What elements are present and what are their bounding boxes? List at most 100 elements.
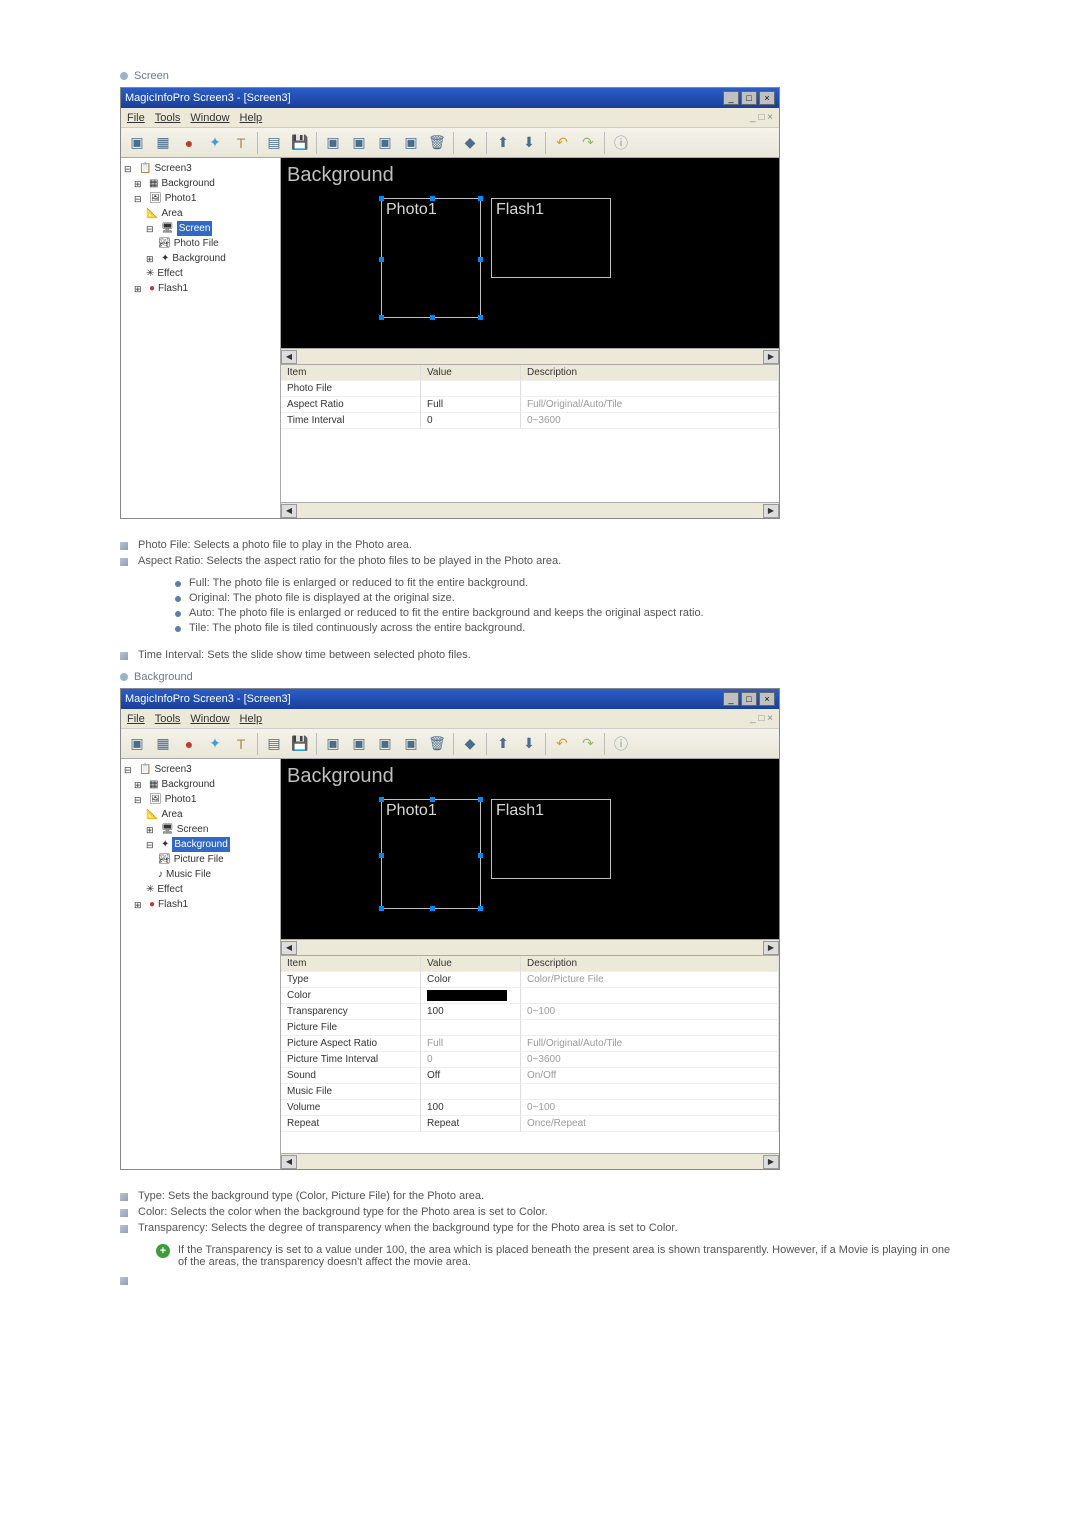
color-chip[interactable] xyxy=(427,990,507,1001)
tree-panel[interactable]: ⊟📋Screen3 ⊞▦Background ⊟🖼Photo1 📐Area ⊞🖥… xyxy=(121,759,281,1169)
canvas-tile-flash[interactable]: Flash1 xyxy=(491,198,611,278)
mdi-controls[interactable]: _ □ × xyxy=(750,713,773,724)
maximize-icon[interactable]: □ xyxy=(741,692,757,706)
menu-help[interactable]: Help xyxy=(240,713,263,725)
tree-node-selected[interactable]: Screen xyxy=(177,221,213,236)
tool-icon-10[interactable]: ▣ xyxy=(373,131,397,155)
tool-icon-4[interactable]: ✦ xyxy=(203,732,227,756)
tree-node[interactable]: Music File xyxy=(166,867,211,882)
menu-window[interactable]: Window xyxy=(190,713,229,725)
tool-save-icon[interactable]: 💾 xyxy=(288,732,312,756)
minimize-icon[interactable]: _ xyxy=(723,91,739,105)
canvas-area[interactable]: Background Photo1 Flash1 xyxy=(281,158,779,348)
close-icon[interactable]: × xyxy=(759,692,775,706)
tool-icon-1[interactable]: ▣ xyxy=(125,732,149,756)
table-row[interactable]: TypeColorColor/Picture File xyxy=(281,972,779,988)
tool-bring-front-icon[interactable]: ⬆ xyxy=(491,131,515,155)
tool-icon-3[interactable]: ● xyxy=(177,732,201,756)
menu-file[interactable]: File xyxy=(127,112,145,124)
scroll-left-icon[interactable]: ◀ xyxy=(281,350,297,364)
menu-tools[interactable]: Tools xyxy=(155,713,181,725)
table-row[interactable]: Aspect Ratio Full Full/Original/Auto/Til… xyxy=(281,397,779,413)
tool-icon-4[interactable]: ✦ xyxy=(203,131,227,155)
tree-node[interactable]: Flash1 xyxy=(158,281,188,296)
table-row[interactable]: Picture File xyxy=(281,1020,779,1036)
tree-node[interactable]: Area xyxy=(161,206,182,221)
tree-node[interactable]: Screen3 xyxy=(154,161,191,176)
scroll-right-icon[interactable]: ▶ xyxy=(763,941,779,955)
table-row[interactable]: SoundOffOn/Off xyxy=(281,1068,779,1084)
tree-node[interactable]: Effect xyxy=(157,266,182,281)
tool-icon-13[interactable]: ◆ xyxy=(458,131,482,155)
tool-send-back-icon[interactable]: ⬇ xyxy=(517,131,541,155)
tree-node[interactable]: Background xyxy=(172,251,225,266)
canvas-hscroll[interactable]: ◀ ▶ xyxy=(281,348,779,364)
tool-icon-13[interactable]: ◆ xyxy=(458,732,482,756)
tree-panel[interactable]: ⊟📋Screen3 ⊞▦Background ⊟🖼Photo1 📐Area ⊟🖥… xyxy=(121,158,281,518)
tool-text-icon[interactable]: T xyxy=(229,131,253,155)
tool-redo-icon[interactable]: ↷ xyxy=(576,732,600,756)
tool-icon-8[interactable]: ▣ xyxy=(321,732,345,756)
menu-file[interactable]: File xyxy=(127,713,145,725)
tool-info-icon[interactable]: ⓘ xyxy=(609,732,633,756)
tree-node[interactable]: Picture File xyxy=(174,852,224,867)
table-row[interactable]: Picture Aspect RatioFullFull/Original/Au… xyxy=(281,1036,779,1052)
mdi-controls[interactable]: _ □ × xyxy=(750,112,773,123)
canvas-area[interactable]: Background Photo1 Flash1 xyxy=(281,759,779,939)
tree-node[interactable]: Flash1 xyxy=(158,897,188,912)
close-icon[interactable]: × xyxy=(759,91,775,105)
tree-node[interactable]: Background xyxy=(161,777,214,792)
scroll-right-icon[interactable]: ▶ xyxy=(763,1155,779,1169)
canvas-tile-photo[interactable]: Photo1 xyxy=(381,198,481,318)
menu-window[interactable]: Window xyxy=(190,112,229,124)
tool-icon-1[interactable]: ▣ xyxy=(125,131,149,155)
maximize-icon[interactable]: □ xyxy=(741,91,757,105)
minimize-icon[interactable]: _ xyxy=(723,692,739,706)
table-row[interactable]: Photo File xyxy=(281,381,779,397)
tool-icon-6[interactable]: ▤ xyxy=(262,131,286,155)
tree-node[interactable]: Screen xyxy=(177,822,209,837)
scroll-left-icon[interactable]: ◀ xyxy=(281,504,297,518)
table-row[interactable]: RepeatRepeatOnce/Repeat xyxy=(281,1116,779,1132)
tree-node[interactable]: Background xyxy=(161,176,214,191)
tool-info-icon[interactable]: ⓘ xyxy=(609,131,633,155)
scroll-left-icon[interactable]: ◀ xyxy=(281,1155,297,1169)
tree-node[interactable]: Photo1 xyxy=(165,191,197,206)
tree-node[interactable]: Photo1 xyxy=(165,792,197,807)
tool-delete-icon[interactable]: 🗑 xyxy=(425,732,449,756)
table-row[interactable]: Color xyxy=(281,988,779,1004)
tool-icon-6[interactable]: ▤ xyxy=(262,732,286,756)
tool-send-back-icon[interactable]: ⬇ xyxy=(517,732,541,756)
tool-icon-2[interactable]: ▦ xyxy=(151,131,175,155)
table-row[interactable]: Music File xyxy=(281,1084,779,1100)
tool-icon-2[interactable]: ▦ xyxy=(151,732,175,756)
menu-help[interactable]: Help xyxy=(240,112,263,124)
canvas-hscroll[interactable]: ◀ ▶ xyxy=(281,939,779,955)
tool-bring-front-icon[interactable]: ⬆ xyxy=(491,732,515,756)
props-hscroll[interactable]: ◀ ▶ xyxy=(281,502,779,518)
tool-icon-10[interactable]: ▣ xyxy=(373,732,397,756)
menu-tools[interactable]: Tools xyxy=(155,112,181,124)
tool-icon-9[interactable]: ▣ xyxy=(347,131,371,155)
tool-delete-icon[interactable]: 🗑 xyxy=(425,131,449,155)
tool-icon-11[interactable]: ▣ xyxy=(399,131,423,155)
scroll-right-icon[interactable]: ▶ xyxy=(763,350,779,364)
table-row[interactable]: Time Interval 0 0~3600 xyxy=(281,413,779,429)
tool-undo-icon[interactable]: ↶ xyxy=(550,131,574,155)
table-row[interactable]: Volume1000~100 xyxy=(281,1100,779,1116)
table-row[interactable]: Picture Time Interval00~3600 xyxy=(281,1052,779,1068)
tool-icon-3[interactable]: ● xyxy=(177,131,201,155)
tool-text-icon[interactable]: T xyxy=(229,732,253,756)
tool-save-icon[interactable]: 💾 xyxy=(288,131,312,155)
tool-icon-8[interactable]: ▣ xyxy=(321,131,345,155)
tool-redo-icon[interactable]: ↷ xyxy=(576,131,600,155)
table-row[interactable]: Transparency1000~100 xyxy=(281,1004,779,1020)
tree-node[interactable]: Screen3 xyxy=(154,762,191,777)
scroll-right-icon[interactable]: ▶ xyxy=(763,504,779,518)
props-hscroll[interactable]: ◀ ▶ xyxy=(281,1153,779,1169)
tree-node[interactable]: Area xyxy=(161,807,182,822)
tool-undo-icon[interactable]: ↶ xyxy=(550,732,574,756)
tree-node-selected[interactable]: Background xyxy=(172,837,229,852)
canvas-tile-photo[interactable]: Photo1 xyxy=(381,799,481,909)
tool-icon-11[interactable]: ▣ xyxy=(399,732,423,756)
